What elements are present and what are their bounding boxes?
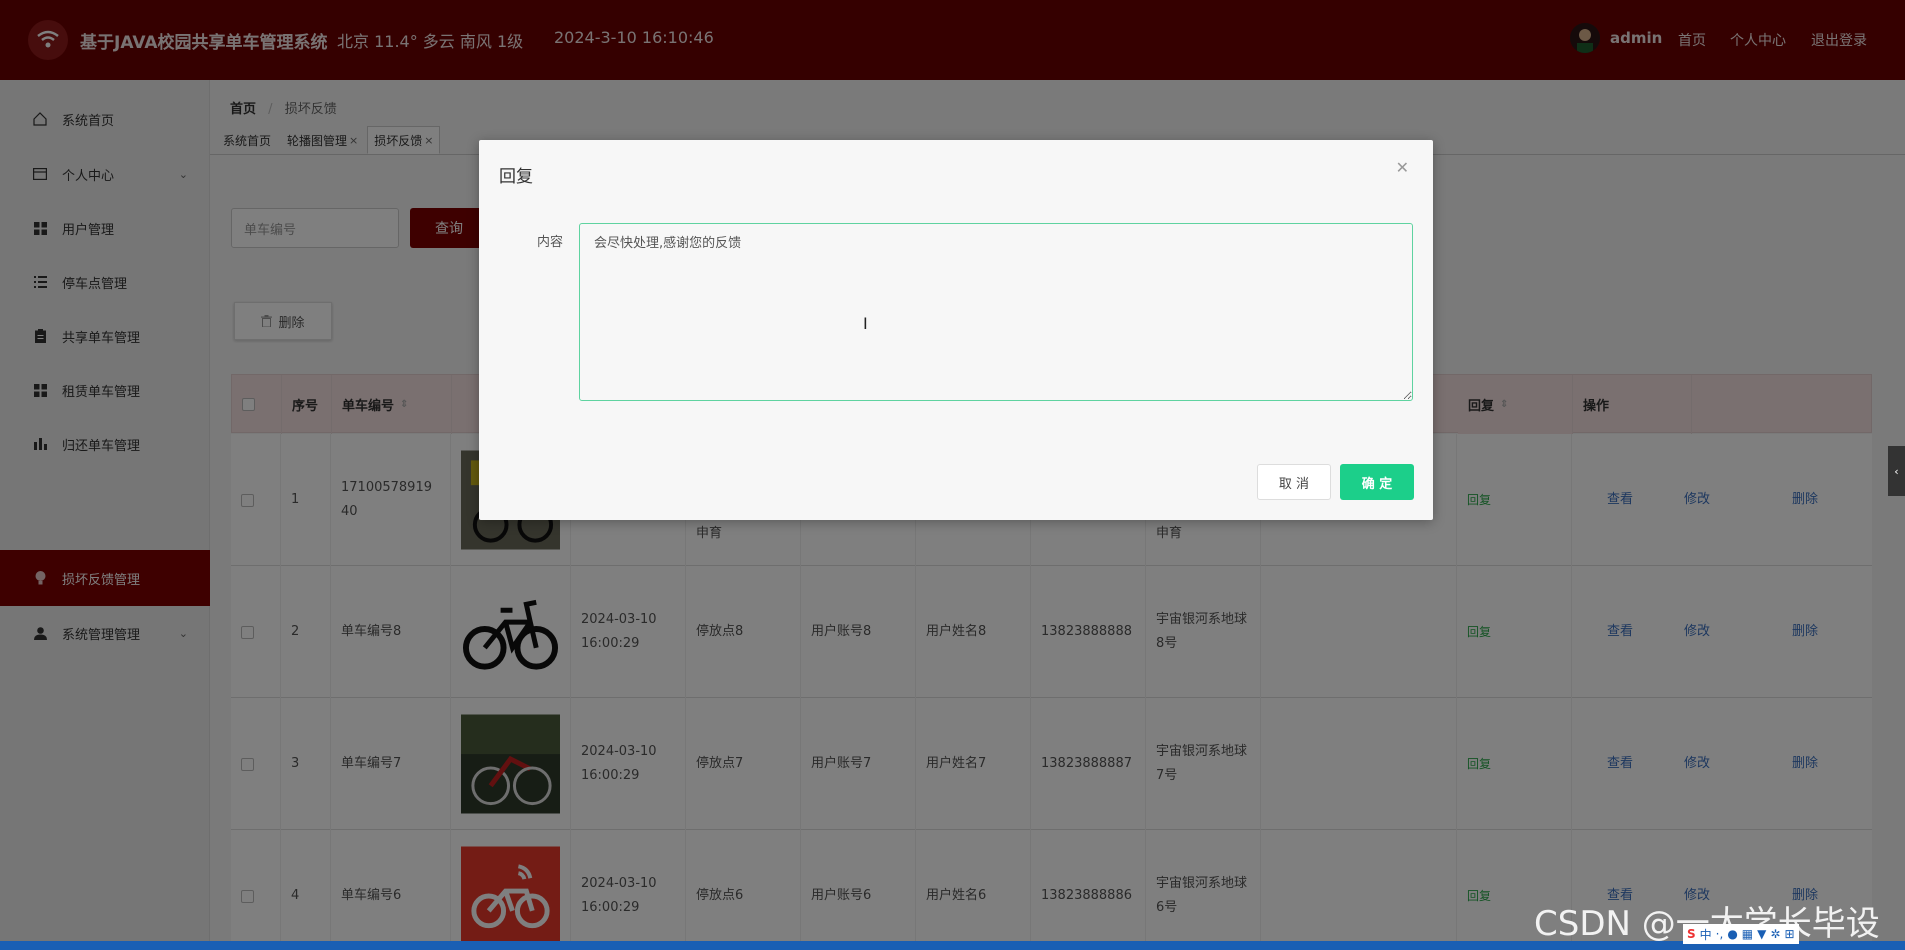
mic-icon: ● xyxy=(1727,927,1738,941)
ime-mode-icon: 中 xyxy=(1699,927,1712,942)
dialog-title: 回复 xyxy=(499,167,533,187)
drawer-toggle-icon[interactable]: ‹ xyxy=(1888,446,1905,496)
text-cursor-icon: I xyxy=(863,314,868,333)
cancel-button[interactable]: 取 消 xyxy=(1257,464,1331,500)
ime-punct-icon: ·, xyxy=(1715,927,1724,941)
skin-icon: ▼ xyxy=(1757,927,1767,941)
keyboard-icon: ▦ xyxy=(1741,927,1754,941)
taskbar xyxy=(0,941,1905,950)
reply-content-textarea[interactable]: 会尽快处理,感谢您的反馈 xyxy=(579,223,1413,401)
tools-icon: ✲ xyxy=(1770,927,1781,941)
menu-grid-icon: ⊞ xyxy=(1784,927,1795,941)
ime-toolbar[interactable]: S 中 ·, ● ▦ ▼ ✲ ⊞ xyxy=(1683,924,1799,944)
reply-dialog: 回复 ✕ 内容 会尽快处理,感谢您的反馈 I 取 消 确 定 xyxy=(479,140,1433,520)
confirm-button[interactable]: 确 定 xyxy=(1340,464,1414,500)
content-label: 内容 xyxy=(537,235,564,250)
ime-logo-icon: S xyxy=(1687,927,1696,941)
close-icon[interactable]: ✕ xyxy=(1396,158,1409,177)
